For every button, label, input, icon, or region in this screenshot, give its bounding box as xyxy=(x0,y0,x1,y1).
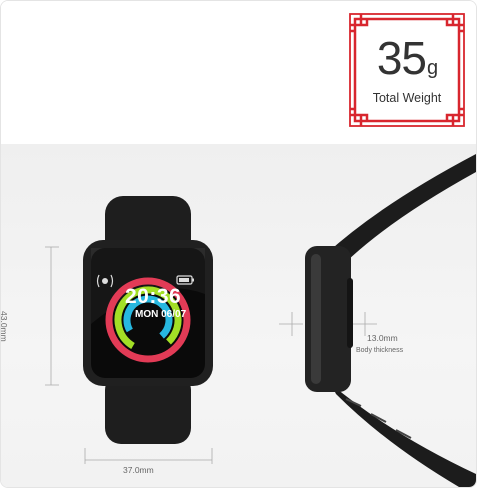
height-label: 43.0mm xyxy=(0,311,9,342)
side-sensor xyxy=(347,278,353,348)
thickness-caption: Body thickness xyxy=(356,347,404,354)
height-dimension-line xyxy=(45,246,59,386)
weight-unit: g xyxy=(427,57,438,79)
watch-illustration xyxy=(45,154,476,487)
thickness-label: 13.0mm xyxy=(367,333,398,343)
weight-value: 35g xyxy=(347,31,467,85)
width-label: 37.0mm xyxy=(123,465,154,475)
wireless-icon xyxy=(102,278,108,284)
watch-time: 20:36 xyxy=(125,285,182,308)
side-strap-top xyxy=(326,154,476,262)
weight-number: 35 xyxy=(376,32,427,84)
weight-label: Total Weight xyxy=(372,91,442,105)
product-image: 35g Total Weight 20:36 MON 06/07 43.0mm … xyxy=(0,0,477,488)
watch-date: MON 06/07 xyxy=(135,309,187,320)
weight-badge: 35g Total Weight xyxy=(347,11,467,129)
width-dimension-line xyxy=(84,448,213,464)
side-strap-bottom xyxy=(331,384,476,487)
